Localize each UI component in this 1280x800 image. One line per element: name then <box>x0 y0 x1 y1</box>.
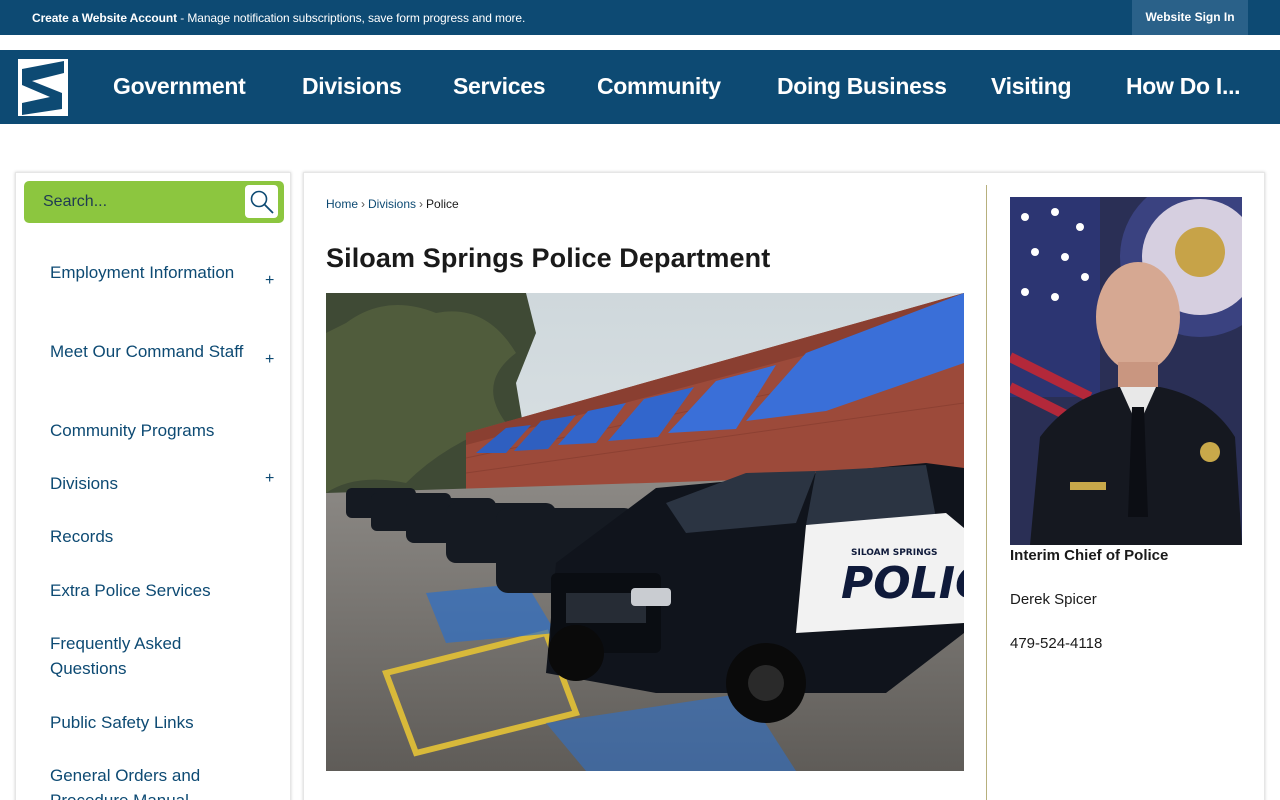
breadcrumb-current: Police <box>426 197 459 211</box>
search-button[interactable] <box>245 185 278 218</box>
sidebar-item-divisions[interactable]: Divisions <box>50 471 250 496</box>
website-sign-in-button[interactable]: Website Sign In <box>1132 0 1248 35</box>
nav-visiting[interactable]: Visiting <box>991 73 1072 100</box>
breadcrumb-home[interactable]: Home <box>326 197 358 211</box>
nav-community[interactable]: Community <box>597 73 721 100</box>
search-input[interactable]: Search... <box>43 193 107 211</box>
breadcrumb-divisions[interactable]: Divisions <box>368 197 416 211</box>
police-vehicles-photo: POLICE SILOAM SPRINGS <box>326 293 964 771</box>
sidebar-item-extra-police-services[interactable]: Extra Police Services <box>50 578 250 603</box>
create-account-link[interactable]: Create a Website Account <box>32 11 177 25</box>
account-banner: Create a Website Account - Manage notifi… <box>0 0 1280 35</box>
nav-how-do-i[interactable]: How Do I... <box>1126 73 1241 100</box>
sidebar-item-employment-information[interactable]: Employment Information <box>50 260 250 285</box>
sidebar: Search... Employment Information + Meet … <box>15 172 291 800</box>
nav-government[interactable]: Government <box>113 73 246 100</box>
hero-vehicle-subtext: SILOAM SPRINGS <box>851 548 937 558</box>
header-spacer <box>0 35 1280 50</box>
main-content: Home › Divisions › Police Siloam Springs Pol… <box>303 172 1265 800</box>
page-title: Siloam Springs Police Department <box>326 243 771 273</box>
main-nav: Government Divisions Services Community … <box>0 50 1280 124</box>
expand-divisions-icon[interactable]: + <box>265 470 274 488</box>
nav-services[interactable]: Services <box>453 73 546 100</box>
nav-divisions[interactable]: Divisions <box>302 73 402 100</box>
expand-command-staff-icon[interactable]: + <box>265 351 274 369</box>
account-banner-message[interactable]: Create a Website Account - Manage notifi… <box>32 11 525 25</box>
sidebar-item-general-orders[interactable]: General Orders and Procedure Manual <box>50 763 250 800</box>
chief-name: Derek Spicer <box>1010 591 1097 608</box>
sidebar-item-community-programs[interactable]: Community Programs <box>50 418 250 443</box>
account-banner-text: - Manage notification subscriptions, sav… <box>176 11 526 25</box>
search-box: Search... <box>24 181 284 223</box>
sidebar-item-command-staff[interactable]: Meet Our Command Staff <box>50 339 250 364</box>
chief-role: Interim Chief of Police <box>1010 547 1169 564</box>
sidebar-item-public-safety-links[interactable]: Public Safety Links <box>50 710 250 735</box>
nav-doing-business[interactable]: Doing Business <box>777 73 947 100</box>
search-icon <box>250 190 274 214</box>
city-logo-icon[interactable] <box>18 59 68 116</box>
sidebar-item-records[interactable]: Records <box>50 524 250 549</box>
sidebar-item-faq[interactable]: Frequently Asked Questions <box>50 631 250 681</box>
content-divider <box>986 185 987 800</box>
breadcrumb-separator: › <box>419 197 424 211</box>
expand-employment-information-icon[interactable]: + <box>265 272 274 290</box>
hero-vehicle-text: POLICE <box>841 558 964 609</box>
chief-phone[interactable]: 479-524-4118 <box>1010 635 1102 652</box>
breadcrumb: Home › Divisions › Police <box>326 197 459 211</box>
chief-portrait <box>1010 197 1242 545</box>
breadcrumb-separator: › <box>361 197 366 211</box>
